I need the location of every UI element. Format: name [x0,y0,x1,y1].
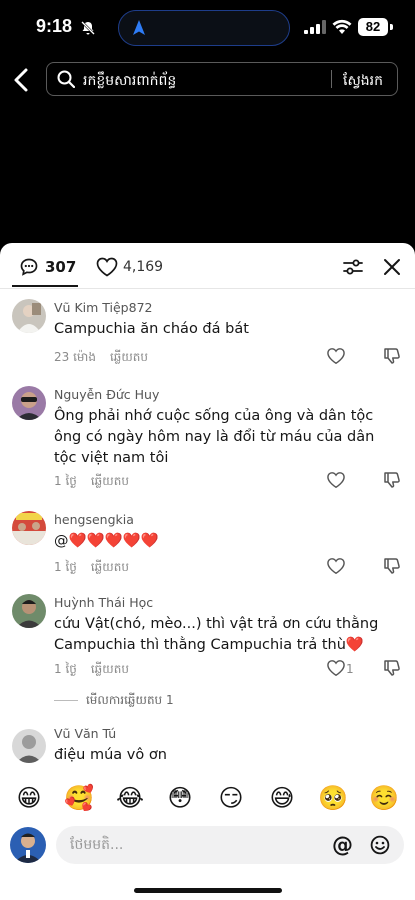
comment-username[interactable]: Vũ Kim Tiệp872 [54,300,152,315]
heart-icon [96,257,118,277]
dislike-icon[interactable] [383,659,401,677]
comment-time: 1 ថ្ងៃ [54,474,77,488]
avatar[interactable] [12,729,46,763]
reply-button[interactable]: ឆ្លើយតប [91,560,129,574]
dislike-icon[interactable] [383,471,401,489]
comment-bubble-icon [20,258,38,276]
emoji-button[interactable]: 🥰 [64,783,94,813]
navigation-arrow-icon [133,20,145,35]
comment-time: 1 ថ្ងៃ [54,560,77,574]
battery-tip [390,24,393,30]
like-heart-icon[interactable] [326,659,346,677]
reply-button[interactable]: ឆ្លើយតប [91,474,129,488]
like-heart-icon[interactable] [326,471,346,489]
avatar[interactable] [12,511,46,545]
header-divider [0,288,415,289]
close-icon[interactable] [383,258,401,276]
like-heart-icon[interactable] [326,557,346,575]
comment-text: Ông phải nhớ cuộc sống của ông và dân tộ… [54,408,375,466]
comment-username[interactable]: Vũ Văn Tú [54,726,116,741]
sheet-header: 307 4,169 [0,243,415,289]
like-count: 4,169 [123,259,164,275]
comment-input[interactable] [70,834,320,856]
comment-username[interactable]: Nguyễn Đức Huy [54,387,159,402]
wifi-icon [332,19,352,34]
emoji-button[interactable]: 😏 [216,783,246,813]
status-time: 9:18 [36,16,73,36]
back-arrow-icon[interactable] [10,64,34,96]
view-replies-button[interactable]: មើលការឆ្លើយតប 1 [54,692,174,710]
my-avatar[interactable] [10,827,46,863]
comment-text: điệu múa vô ơn [54,747,167,763]
view-replies-label: មើលការឆ្លើយតប 1 [86,693,174,707]
comment-time: 1 ថ្ងៃ [54,662,77,676]
search-icon [57,70,75,88]
comment-time: 23 ម៉ោង [54,350,96,364]
battery-icon: 82 [358,18,388,36]
top-bar: រកខ្លឹមសារពាក់ព័ន្ធ ស្វែងរក [0,60,415,100]
reply-thread-line [54,700,78,701]
emoji-button[interactable]: 😁 [14,783,44,813]
emoji-button[interactable]: 😂 [115,783,145,813]
search-button[interactable]: ស្វែងរក [343,71,383,92]
avatar[interactable] [12,386,46,420]
comment-text: @❤️❤️❤️❤️❤️ [54,533,159,549]
avatar[interactable] [12,594,46,628]
silent-bell-icon [81,21,95,35]
signal-icon [304,20,326,34]
emoji-smile-icon[interactable] [370,835,390,855]
comment-text: Campuchia ăn cháo đá bát [54,321,249,337]
comment-username[interactable]: Huỳnh Thái Học [54,595,153,610]
comments-sheet: 307 4,169 Vũ Kim Tiệp872 Campuchia ăn ch… [0,243,415,900]
comment-meta: 1 ថ្ងៃ ឆ្លើយតប [54,661,129,679]
active-tab-indicator [12,285,78,287]
emoji-button[interactable]: 🥺 [318,783,348,813]
emoji-quick-bar: 😁 🥰 😂 😳 😏 😅 🥺 ☺️ [0,773,415,823]
comment-username[interactable]: hengsengkia [54,512,134,527]
reply-button[interactable]: ឆ្លើយតប [91,662,129,676]
comment-meta: 1 ថ្ងៃ ឆ្លើយតប [54,473,129,491]
search-bar[interactable]: រកខ្លឹមសារពាក់ព័ន្ធ ស្វែងរក [46,62,398,96]
home-indicator [134,888,282,893]
like-heart-icon[interactable] [326,347,346,365]
comment-composer: @ [0,823,415,900]
search-divider [331,70,332,88]
emoji-button[interactable]: ☺️ [369,783,399,813]
comment-text: cứu Vật(chó, mèo...) thì vật trả ơn cứu … [54,616,379,653]
comment-input-box[interactable]: @ [56,826,404,864]
avatar[interactable] [12,299,46,333]
emoji-button[interactable]: 😅 [267,783,297,813]
emoji-button[interactable]: 😳 [165,783,195,813]
search-input[interactable]: រកខ្លឹមសារពាក់ព័ន្ធ [83,71,176,92]
reply-button[interactable]: ឆ្លើយតប [110,350,148,364]
dislike-icon[interactable] [383,347,401,365]
comment-meta: 23 ម៉ោង ឆ្លើយតប [54,349,148,367]
comment-count: 307 [45,258,77,276]
filter-sliders-icon[interactable] [343,257,363,277]
comment-meta: 1 ថ្ងៃ ឆ្លើយតប [54,559,129,577]
mention-at-icon[interactable]: @ [332,833,353,857]
comment-like-count: 1 [346,662,354,676]
dynamic-island [118,10,290,46]
status-bar: 9:18 82 [0,0,415,56]
dislike-icon[interactable] [383,557,401,575]
